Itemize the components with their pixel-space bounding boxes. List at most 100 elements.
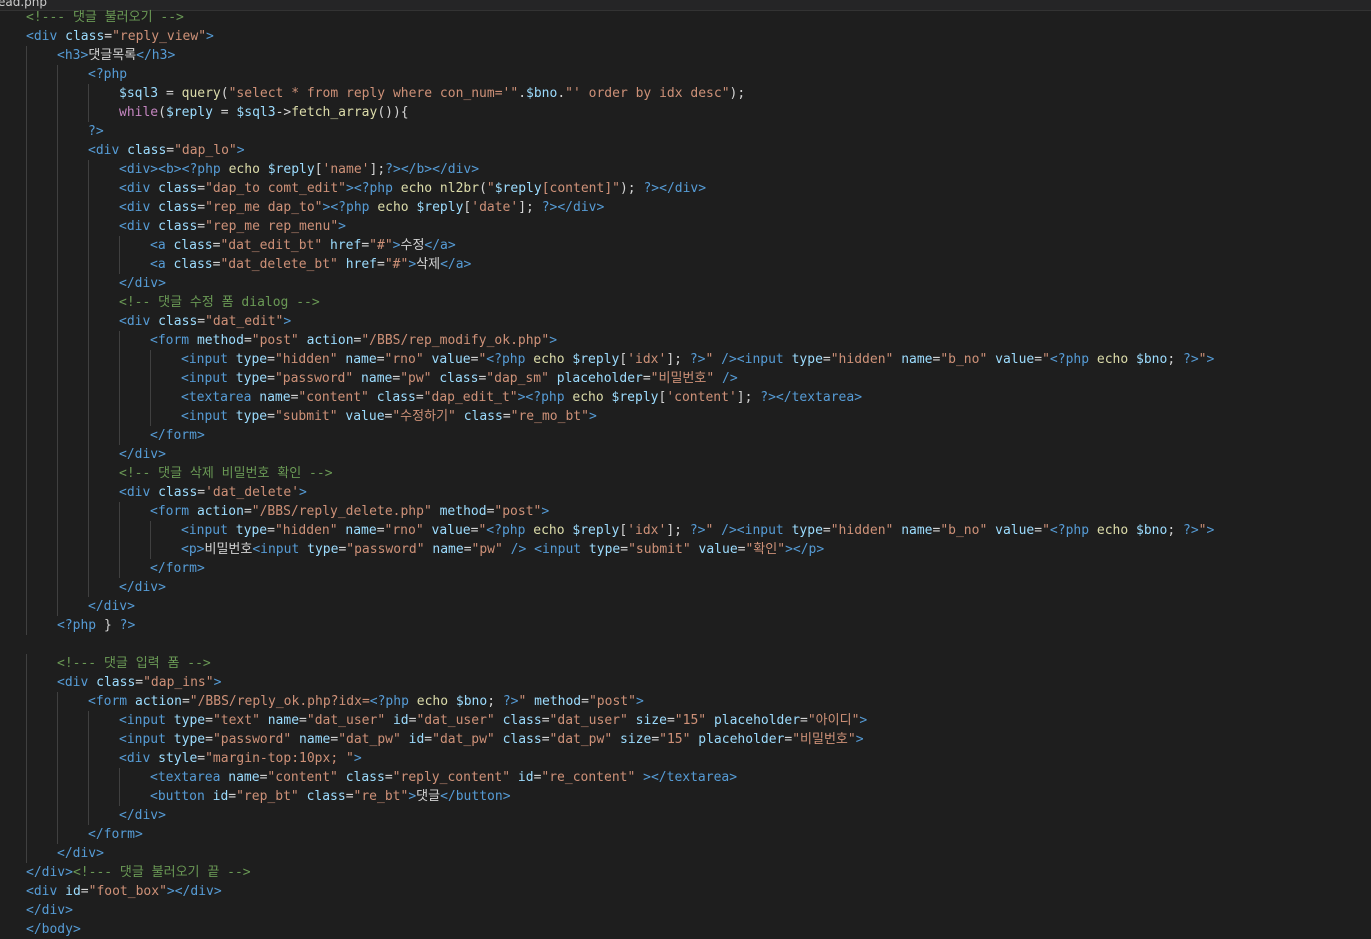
indent-guide: [26, 46, 27, 65]
indent-guide: [26, 407, 27, 426]
code-token: 'idx': [627, 523, 667, 538]
code-text: <form action="/BBS/reply_delete.php" met…: [150, 502, 549, 521]
code-token: <!-- 댓글 삭제 비밀번호 확인 -->: [119, 466, 333, 481]
indent-guide: [57, 312, 58, 331]
code-token: 'idx': [627, 352, 667, 367]
code-line: <input type="password" name="dat_pw" id=…: [0, 730, 1371, 749]
code-token: "비밀번호": [792, 732, 856, 747]
code-editor[interactable]: <!--- 댓글 불러오기 --> <div class="reply_view"…: [0, 8, 1371, 939]
code-token: type: [588, 542, 621, 557]
code-token: class: [376, 390, 416, 405]
indent-guide: [88, 312, 89, 331]
code-text: <div class="rep_me rep_menu">: [119, 217, 346, 236]
code-token: >: [408, 257, 417, 272]
code-text: <input type="password" name="pw" class="…: [181, 369, 738, 388]
indent-guide: [26, 331, 27, 350]
indent-guide: [150, 407, 151, 426]
code-token: =: [1034, 523, 1043, 538]
code-text: <input type="text" name="dat_user" id="d…: [119, 711, 867, 730]
indent-guide: [88, 445, 89, 464]
code-token: "post": [588, 694, 636, 709]
code-token: "15": [674, 713, 707, 728]
code-token: name: [901, 523, 933, 538]
indent-guide: [88, 768, 89, 787]
indent-guide: [88, 160, 89, 179]
indent-guide: [57, 103, 58, 122]
indent-guide: [26, 540, 27, 559]
code-token: </div>: [57, 846, 104, 861]
code-token: "dap_to comt_edit": [205, 181, 346, 196]
code-token: ?>: [689, 352, 706, 367]
code-token: =: [181, 694, 190, 709]
code-token: ?>: [119, 618, 136, 633]
code-token: "dap_ins": [143, 675, 214, 690]
code-token: "reply_content": [392, 770, 511, 785]
code-token: "dat_edit": [205, 314, 284, 329]
indent-guide: [88, 540, 89, 559]
code-token: ];: [666, 352, 690, 367]
indent-guide: [57, 578, 58, 597]
code-token: <input: [119, 732, 174, 747]
code-token: >: [635, 694, 644, 709]
code-token: >: [206, 29, 214, 44]
indent-guide: [26, 616, 27, 635]
code-token: <form: [150, 504, 197, 519]
code-text: <input type="hidden" name="rno" value="<…: [181, 350, 1214, 369]
code-text: </div>: [26, 901, 73, 920]
code-token: =: [267, 352, 275, 367]
indent-guide: [119, 369, 120, 388]
code-token: echo: [416, 694, 456, 709]
code-token: name: [228, 770, 260, 785]
code-token: style: [158, 751, 198, 766]
code-text: ?>: [88, 122, 104, 141]
indent-guide: [26, 293, 27, 312]
indent-guide: [26, 445, 27, 464]
code-token: $reply: [611, 390, 659, 405]
code-token: fetch_array: [291, 105, 378, 120]
indent-guide: [119, 768, 120, 787]
indent-guide: [26, 825, 27, 844]
code-token: >: [338, 219, 346, 234]
code-token: <!--- 댓글 입력 폼 -->: [57, 656, 211, 671]
code-token: class: [502, 713, 542, 728]
code-token: href: [345, 257, 377, 272]
code-token: =: [267, 409, 275, 424]
code-token: <div: [119, 181, 159, 196]
code-line: <!-- 댓글 삭제 비밀번호 확인 -->: [0, 464, 1371, 483]
code-token: ": [1042, 352, 1050, 367]
code-token: =: [197, 200, 206, 215]
code-token: </div>: [557, 200, 605, 215]
code-text: <button id="rep_bt" class="re_bt">댓글</bu…: [150, 787, 511, 806]
code-token: =: [581, 694, 589, 709]
code-token: "pw": [471, 542, 503, 557]
code-token: "foot_box": [88, 884, 167, 899]
code-token: <form: [88, 694, 135, 709]
code-token: =: [620, 542, 629, 557]
code-token: <input: [119, 713, 174, 728]
code-token: class: [127, 143, 167, 158]
code-token: =: [197, 314, 206, 329]
code-token: >: [236, 143, 245, 158]
code-token: "#": [369, 238, 393, 253]
indent-guide: [119, 502, 120, 521]
code-token: =: [415, 390, 424, 405]
code-token: "content": [267, 770, 338, 785]
indent-guide: [57, 502, 58, 521]
indent-guide: [26, 84, 27, 103]
code-token: =: [392, 371, 401, 386]
code-token: =: [243, 333, 252, 348]
indent-guide: [26, 521, 27, 540]
code-token: ];: [666, 523, 690, 538]
code-token: ?>: [689, 523, 706, 538]
indent-guide: [57, 84, 58, 103]
indent-guide: [26, 464, 27, 483]
code-token: "/BBS/rep_modify_ok.php": [361, 333, 550, 348]
code-token: <div><b>: [119, 162, 182, 177]
indent-guide: [57, 141, 58, 160]
code-line: <!-- 댓글 수정 폼 dialog -->: [0, 293, 1371, 312]
code-token: name: [299, 732, 331, 747]
